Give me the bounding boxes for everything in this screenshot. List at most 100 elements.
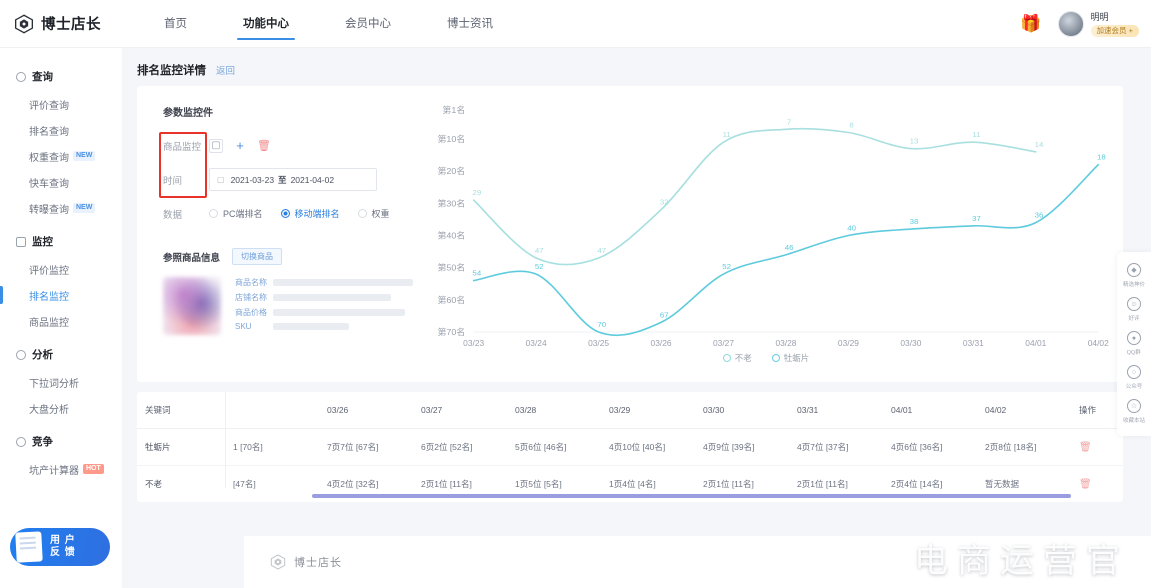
svg-text:03/23: 03/23 (463, 339, 484, 348)
badge-new: NEW (73, 151, 96, 161)
svg-text:46: 46 (785, 243, 794, 252)
sidebar-item-express-query[interactable]: 快车查询 (0, 169, 122, 195)
radio-pc-rank[interactable]: PC端排名 (209, 207, 263, 220)
cell-value: 1 [70名] (233, 442, 263, 452)
legend-item-series-1[interactable]: 不老 (722, 352, 752, 364)
qq-group-icon: ● (1127, 331, 1141, 345)
sidebar-item-review-monitor[interactable]: 评价监控 (0, 256, 122, 282)
rightbar-item-label: 精选神价 (1122, 282, 1146, 288)
sidebar-group-query: 查询 评价查询 排名查询 权重查询 NEW 快车查询 转曝查询 NEW (0, 60, 122, 221)
page-title: 排名监控详情 (137, 65, 206, 77)
sidebar-item-label: 评价查询 (29, 100, 69, 112)
rightbar-item-qq-group[interactable]: ● QQ群 (1117, 326, 1151, 360)
svg-text:32: 32 (660, 198, 669, 207)
badge-hot: HOT (83, 464, 104, 474)
svg-text:第30名: 第30名 (437, 198, 465, 209)
svg-text:第40名: 第40名 (437, 230, 465, 241)
trash-icon[interactable]: 🗑 (257, 138, 271, 153)
sidebar-item-label: 坑产计算器 (29, 465, 79, 477)
nav-item-home[interactable]: 首页 (150, 0, 201, 48)
sidebar-group-label: 分析 (32, 349, 53, 361)
trash-icon[interactable]: 🗑 (1079, 442, 1092, 453)
user-badge[interactable]: 加速会员 + (1090, 24, 1139, 37)
svg-text:8: 8 (849, 121, 853, 130)
user-meta: 明明 加速会员 + (1090, 11, 1139, 37)
th-0401: 04/01 (883, 392, 977, 429)
copy-icon[interactable]: ▢ (209, 138, 223, 153)
chart-container: 第1名 第10名 第20名 第30名 第40名 第50名 第60名 第70名 03/23 03/2… (419, 100, 1113, 382)
svg-text:67: 67 (660, 311, 669, 320)
sidebar-group-label: 查询 (32, 71, 53, 83)
table-row[interactable]: 牡蛎片 1 [70名] 7页7位 [67名] 6页2位 [52名] 5页6位 [… (137, 429, 1123, 466)
product-thumbnail (163, 277, 221, 335)
svg-text:03/31: 03/31 (963, 339, 984, 348)
radio-dot-icon (357, 209, 367, 218)
svg-text:29: 29 (472, 188, 481, 197)
date-range-input[interactable]: ▢ 2021-03-23 至 2021-04-02 (209, 168, 377, 191)
gift-icon[interactable]: 🎁 (1020, 14, 1041, 34)
brand-name: 博士店长 (41, 17, 101, 33)
rightbar-item-praise[interactable]: ☺ 好评 (1117, 292, 1151, 326)
sidebar-item-conversion-query[interactable]: 转曝查询 NEW (0, 195, 122, 221)
avatar[interactable] (1057, 11, 1084, 37)
sidebar-item-pit-calculator[interactable]: 坑产计算器 HOT (0, 456, 122, 482)
th-0327: 03/27 (413, 392, 507, 429)
nav-item-function-center[interactable]: 功能中心 (229, 0, 303, 48)
rank-line-chart[interactable]: 第1名第10名第20名第30名第40名第50名第60名第70名 03/23 03/2… (419, 100, 1113, 358)
svg-text:47: 47 (597, 246, 606, 255)
rightbar-item-label: 收藏本站 (1122, 418, 1146, 424)
svg-text:第60名: 第60名 (437, 294, 465, 305)
sidebar-group-title-monitor: 监控 (0, 225, 122, 256)
cell-value: 4页10位 [40名] (609, 442, 666, 452)
radio-label: PC端排名 (223, 209, 263, 219)
rightbar-item-label: QQ群 (1126, 350, 1142, 356)
svg-text:第70名: 第70名 (437, 326, 465, 337)
svg-text:54: 54 (472, 269, 482, 278)
svg-text:03/27: 03/27 (713, 339, 734, 348)
radio-label: 移动端排名 (294, 209, 340, 219)
thumbs-up-icon: ☺ (1127, 297, 1141, 311)
back-link[interactable]: 返回 (216, 63, 235, 77)
chart-legend: 不老 牡蛎片 (419, 352, 1113, 364)
sidebar-item-rank-query[interactable]: 排名查询 (0, 117, 122, 143)
diamond-logo-icon (270, 554, 286, 570)
trash-icon[interactable]: 🗑 (1079, 479, 1092, 490)
sidebar-group-title-compete: 竞争 (0, 425, 122, 456)
user-name: 明明 (1090, 11, 1109, 22)
table-horizontal-scrollbar[interactable] (312, 494, 1071, 498)
legend-item-series-2[interactable]: 牡蛎片 (771, 352, 809, 364)
rightbar-item-wechat[interactable]: ○ 公众号 (1117, 360, 1151, 394)
svg-text:03/25: 03/25 (588, 339, 609, 348)
sidebar-item-rank-monitor[interactable]: 排名监控 (0, 282, 122, 308)
sidebar-group-analysis: 分析 下拉词分析 大盘分析 (0, 338, 122, 421)
legend-dot-icon (771, 354, 780, 362)
switch-product-button[interactable]: 切换商品 (232, 248, 283, 265)
plus-icon[interactable]: + (233, 138, 247, 153)
data-type-radio-group: PC端排名 移动端排名 权重 (209, 207, 408, 220)
radio-mobile-rank[interactable]: 移动端排名 (280, 207, 340, 220)
sidebar-item-label: 评价监控 (29, 265, 69, 277)
search-circle-icon (16, 71, 26, 82)
sidebar-item-label: 排名查询 (29, 126, 69, 138)
main-content: 排名监控详情 返回 参数监控件 商品监控 ▢ + 🗑 时间 ▢ 2021-03-… (122, 48, 1151, 588)
sidebar-item-market-analysis[interactable]: 大盘分析 (0, 395, 122, 421)
rightbar-item-featured[interactable]: ◆ 精选神价 (1117, 258, 1151, 292)
radio-dot-icon (280, 209, 290, 218)
brand[interactable]: 博士店长 (14, 13, 130, 34)
sidebar-item-product-monitor[interactable]: 商品监控 (0, 308, 122, 334)
user-feedback-button[interactable]: 用 户 反 馈 (10, 528, 110, 566)
sidebar-item-dropdown-analysis[interactable]: 下拉词分析 (0, 369, 122, 395)
feedback-card-icon (15, 531, 43, 563)
product-field-value (273, 279, 413, 286)
radio-weight[interactable]: 权重 (357, 207, 390, 220)
nav-item-news[interactable]: 博士资讯 (433, 0, 507, 48)
rightbar-item-favorite[interactable]: ☆ 收藏本站 (1117, 394, 1151, 428)
sidebar-item-review-query[interactable]: 评价查询 (0, 91, 122, 117)
main-card: 参数监控件 商品监控 ▢ + 🗑 时间 ▢ 2021-03-23 至 2021-… (137, 86, 1123, 382)
sidebar-item-weight-query[interactable]: 权重查询 NEW (0, 143, 122, 169)
cell-value: 4页7位 [37名] (797, 442, 849, 452)
th-keyword: 关键词 (137, 392, 225, 429)
filter-panel-title: 参数监控件 (163, 108, 213, 119)
shield-icon: ◆ (1127, 263, 1141, 277)
nav-item-member-center[interactable]: 会员中心 (331, 0, 405, 48)
